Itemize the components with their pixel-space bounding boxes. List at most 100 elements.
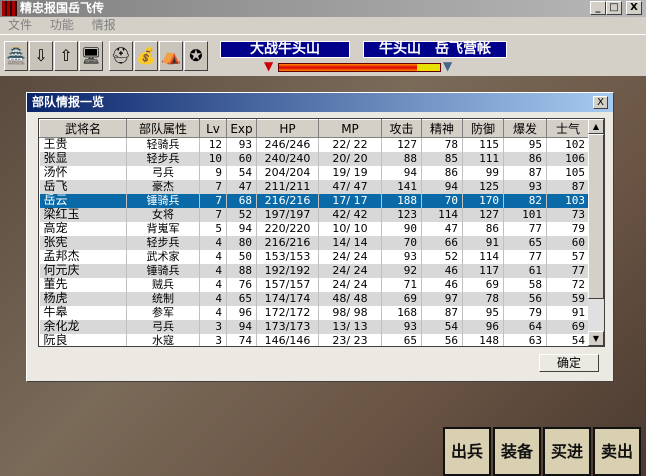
table-row[interactable]: 杨虎 统制 4 65 174/174 48/ 48 69 97 78 56 59 bbox=[39, 291, 590, 306]
column-header[interactable]: 士气 bbox=[546, 119, 590, 138]
table-cell: 87 bbox=[503, 165, 547, 180]
table-cell: 80 bbox=[226, 235, 257, 250]
table-cell: 60 bbox=[226, 151, 257, 166]
table-cell: 106 bbox=[546, 151, 590, 166]
scrollbar[interactable]: ▲ ▼ bbox=[588, 119, 604, 346]
table-cell: 157/157 bbox=[256, 277, 319, 292]
table-cell: 17/ 17 bbox=[318, 193, 382, 208]
table-row[interactable]: 汤怀 弓兵 9 54 204/204 19/ 19 94 86 99 87 105 bbox=[39, 165, 590, 180]
scroll-up-button[interactable]: ▲ bbox=[588, 119, 604, 134]
column-header[interactable]: 部队属性 bbox=[126, 119, 200, 138]
scroll-up-icon[interactable]: ⇧ bbox=[54, 41, 78, 71]
money-bag-icon[interactable]: 💰 bbox=[134, 41, 158, 71]
table-cell: 杨虎 bbox=[39, 291, 127, 306]
table-cell: 76 bbox=[226, 277, 257, 292]
column-header[interactable]: HP bbox=[256, 119, 319, 138]
column-header[interactable]: 武将名 bbox=[39, 119, 127, 138]
helmet-icon[interactable]: ⛑ bbox=[109, 41, 133, 71]
column-header[interactable]: Lv bbox=[199, 119, 227, 138]
table-cell: 117 bbox=[462, 263, 504, 278]
table-cell: 20/ 20 bbox=[318, 151, 382, 166]
table-row[interactable]: 余化龙 弓兵 3 94 173/173 13/ 13 93 54 96 64 69 bbox=[39, 319, 590, 334]
sell-button[interactable]: 卖出 bbox=[593, 427, 641, 476]
column-header[interactable]: 精神 bbox=[421, 119, 463, 138]
table-cell: 19/ 19 bbox=[318, 165, 382, 180]
equip-button[interactable]: 装备 bbox=[493, 427, 541, 476]
menu-intel[interactable]: 情报 bbox=[92, 18, 116, 32]
table-cell: 牛皋 bbox=[39, 305, 127, 320]
table-cell: 127 bbox=[462, 207, 504, 222]
ok-button[interactable]: 确定 bbox=[539, 354, 599, 372]
table-cell: 10/ 10 bbox=[318, 221, 382, 236]
castle-icon[interactable]: 🏯 bbox=[4, 41, 28, 71]
table-cell: 69 bbox=[546, 319, 590, 334]
maximize-button[interactable]: □ bbox=[606, 1, 622, 15]
table-cell: 4 bbox=[199, 277, 227, 292]
scroll-thumb[interactable] bbox=[588, 134, 604, 299]
menu-file[interactable]: 文件 bbox=[8, 18, 32, 32]
table-cell: 54 bbox=[421, 319, 463, 334]
red-army-icon: ▼ bbox=[264, 59, 274, 73]
table-row[interactable]: 张显 轻步兵 10 60 240/240 20/ 20 88 85 111 86 106 bbox=[39, 151, 590, 166]
computer-icon[interactable]: 🖥 bbox=[79, 41, 103, 71]
column-header[interactable]: 攻击 bbox=[381, 119, 422, 138]
table-cell: 94 bbox=[421, 179, 463, 194]
title-bar: 精忠报国岳飞传 _ □ X bbox=[0, 0, 646, 17]
table-cell: 92 bbox=[381, 263, 422, 278]
table-cell: 23/ 23 bbox=[318, 333, 382, 346]
table-cell: 56 bbox=[421, 333, 463, 346]
table-cell: 148 bbox=[462, 333, 504, 346]
table-cell: 24/ 24 bbox=[318, 249, 382, 264]
armor-icon[interactable]: ✪ bbox=[184, 41, 208, 71]
table-cell: 4 bbox=[199, 235, 227, 250]
table-cell: 79 bbox=[503, 305, 547, 320]
table-cell: 103 bbox=[546, 193, 590, 208]
close-button[interactable]: X bbox=[626, 1, 642, 15]
table-cell: 77 bbox=[546, 263, 590, 278]
table-row[interactable]: 梁红玉 女将 7 52 197/197 42/ 42 123 114 127 101 73 bbox=[39, 207, 590, 222]
table-cell: 68 bbox=[226, 193, 257, 208]
deploy-button[interactable]: 出兵 bbox=[443, 427, 491, 476]
table-cell: 88 bbox=[381, 151, 422, 166]
table-cell: 146/146 bbox=[256, 333, 319, 346]
column-header[interactable]: 爆发 bbox=[503, 119, 547, 138]
table-row[interactable]: 阮良 水寇 3 74 146/146 23/ 23 65 56 148 63 54 bbox=[39, 333, 590, 346]
table-cell: 3 bbox=[199, 333, 227, 346]
scroll-down-icon[interactable]: ⇩ bbox=[29, 41, 53, 71]
table-cell: 锤骑兵 bbox=[126, 193, 200, 208]
table-row[interactable]: 何元庆 锤骑兵 4 88 192/192 24/ 24 92 46 117 61 77 bbox=[39, 263, 590, 278]
app-icon bbox=[2, 1, 17, 16]
table-row[interactable]: 王贵 轻骑兵 12 93 246/246 22/ 22 127 78 115 95 102 bbox=[39, 137, 590, 152]
table-cell: 78 bbox=[462, 291, 504, 306]
tent-icon[interactable]: ⛺ bbox=[159, 41, 183, 71]
table-cell: 65 bbox=[226, 291, 257, 306]
table-cell: 168 bbox=[381, 305, 422, 320]
table-cell: 96 bbox=[462, 319, 504, 334]
table-cell: 10 bbox=[199, 151, 227, 166]
dialog-close-button[interactable]: X bbox=[593, 96, 608, 109]
table-cell: 192/192 bbox=[256, 263, 319, 278]
table-row[interactable]: 董先 贼兵 4 76 157/157 24/ 24 71 46 69 58 72 bbox=[39, 277, 590, 292]
table-row[interactable]: 岳飞 豪杰 7 47 211/211 47/ 47 141 94 125 93 87 bbox=[39, 179, 590, 194]
table-row[interactable]: 孟邦杰 武术家 4 50 153/153 24/ 24 93 52 114 77 57 bbox=[39, 249, 590, 264]
menu-function[interactable]: 功能 bbox=[50, 18, 74, 32]
table-cell: 4 bbox=[199, 291, 227, 306]
table-cell: 77 bbox=[503, 249, 547, 264]
column-header[interactable]: MP bbox=[318, 119, 382, 138]
buy-button[interactable]: 买进 bbox=[543, 427, 591, 476]
table-cell: 71 bbox=[381, 277, 422, 292]
table-cell: 9 bbox=[199, 165, 227, 180]
table-cell: 轻步兵 bbox=[126, 151, 200, 166]
table-cell: 93 bbox=[381, 319, 422, 334]
table-row[interactable]: 牛皋 参军 4 96 172/172 98/ 98 168 87 95 79 91 bbox=[39, 305, 590, 320]
table-cell: 85 bbox=[421, 151, 463, 166]
table-row[interactable]: 张宪 轻步兵 4 80 216/216 14/ 14 70 66 91 65 60 bbox=[39, 235, 590, 250]
column-header[interactable]: Exp bbox=[226, 119, 257, 138]
column-header[interactable]: 防御 bbox=[462, 119, 504, 138]
scroll-down-button[interactable]: ▼ bbox=[588, 331, 604, 346]
table-row[interactable]: 高宠 背嵬军 5 94 220/220 10/ 10 90 47 86 77 79 bbox=[39, 221, 590, 236]
table-cell: 211/211 bbox=[256, 179, 319, 194]
table-row[interactable]: 岳云 锤骑兵 7 68 216/216 17/ 17 188 70 170 82 103 bbox=[39, 193, 590, 208]
table-cell: 14/ 14 bbox=[318, 235, 382, 250]
minimize-button[interactable]: _ bbox=[590, 1, 606, 15]
